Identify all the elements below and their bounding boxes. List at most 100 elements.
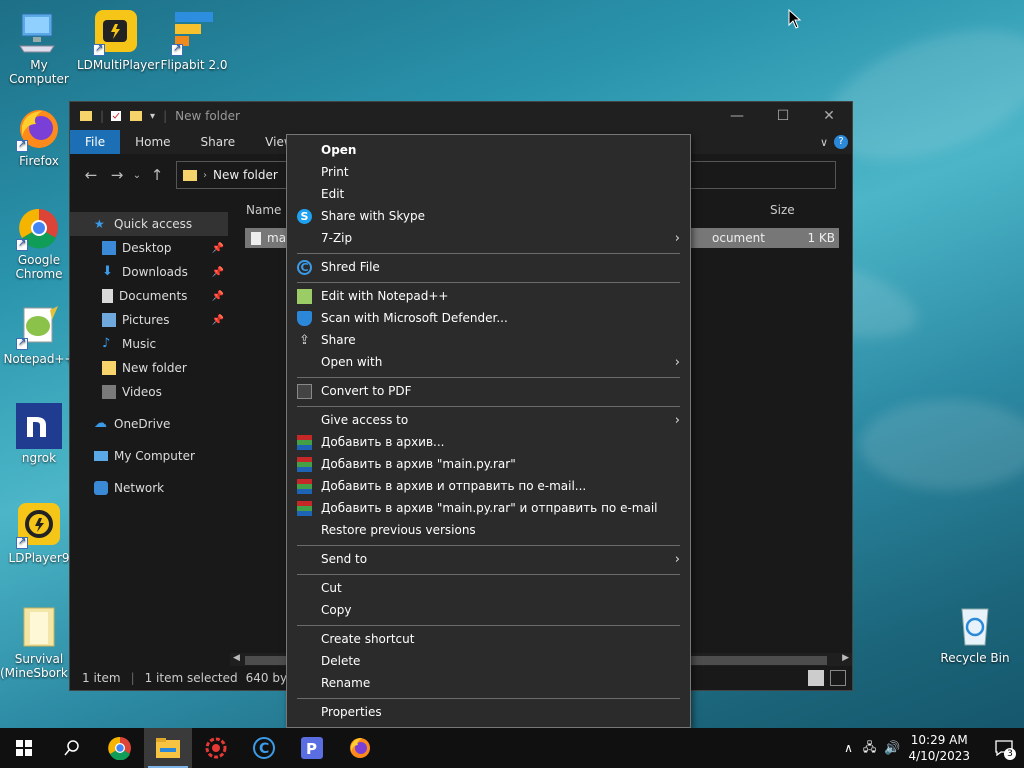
pin-icon[interactable]: 📌: [212, 291, 224, 302]
nav-item-my-computer[interactable]: My Computer: [70, 444, 228, 468]
nav-item-new-folder[interactable]: New folder: [70, 356, 228, 380]
taskbar-p-app[interactable]: P: [288, 728, 336, 768]
desktop-icon-my-computer[interactable]: My Computer: [0, 10, 78, 86]
nav-item-videos[interactable]: Videos: [70, 380, 228, 404]
menu-separator: [297, 377, 680, 378]
folder-icon: [102, 361, 116, 375]
menu-item-properties[interactable]: Properties: [287, 701, 690, 723]
menu-item-7zip[interactable]: 7-Zip ›: [287, 227, 690, 249]
menu-item-share-with-skype[interactable]: S Share with Skype: [287, 205, 690, 227]
search-button[interactable]: [48, 728, 96, 768]
menu-item-rename[interactable]: Rename: [287, 672, 690, 694]
nav-item-quick-access[interactable]: ★ Quick access: [70, 212, 228, 236]
desktop-icon-ngrok[interactable]: ngrok: [0, 403, 78, 465]
menu-item-send-to[interactable]: Send to ›: [287, 548, 690, 570]
network-status-icon[interactable]: 🖧: [863, 738, 876, 759]
menu-item-convert-pdf[interactable]: Convert to PDF: [287, 380, 690, 402]
tab-home[interactable]: Home: [120, 130, 185, 154]
context-menu[interactable]: Open Print Edit S Share with Skype 7-Zip…: [286, 134, 691, 728]
nav-item-music[interactable]: ♪ Music: [70, 332, 228, 356]
ribbon-expand-icon[interactable]: ∨: [820, 136, 828, 149]
desktop-icon-ldmultiplayer[interactable]: LDMultiPlayer: [77, 10, 160, 72]
windows-logo-icon: [16, 740, 32, 756]
desktop-icon-label: Recycle Bin: [940, 651, 1010, 665]
scroll-left-icon[interactable]: ◀: [233, 653, 240, 663]
divider: |: [163, 109, 168, 123]
cloud-icon: ☁: [94, 416, 107, 431]
breadcrumb[interactable]: New folder: [213, 168, 278, 182]
menu-item-restore-versions[interactable]: Restore previous versions: [287, 519, 690, 541]
menu-item-open-with[interactable]: Open with ›: [287, 351, 690, 373]
notification-center-button[interactable]: 3: [984, 728, 1024, 768]
p-app-icon: P: [301, 737, 323, 759]
desktop-icon-flipabit[interactable]: Flipabit 2.0: [155, 10, 233, 72]
menu-item-share[interactable]: ⇪ Share: [287, 329, 690, 351]
menu-item-shred-file[interactable]: C Shred File: [287, 256, 690, 278]
winrar-icon: [297, 478, 312, 494]
menu-item-give-access[interactable]: Give access to ›: [287, 409, 690, 431]
menu-item-edit-notepadpp[interactable]: Edit with Notepad++: [287, 285, 690, 307]
maximize-button[interactable]: ☐: [760, 102, 806, 130]
minimize-button[interactable]: —: [714, 102, 760, 130]
desktop-icon-google-chrome[interactable]: Google Chrome: [0, 205, 78, 281]
nav-item-downloads[interactable]: ⬇ Downloads 📌: [70, 260, 228, 284]
nav-item-documents[interactable]: Documents 📌: [70, 284, 228, 308]
menu-item-label: Share: [321, 333, 356, 347]
column-header-name[interactable]: Name: [246, 203, 281, 217]
nav-item-onedrive[interactable]: ☁ OneDrive: [70, 412, 228, 436]
menu-item-scan-defender[interactable]: Scan with Microsoft Defender...: [287, 307, 690, 329]
forward-button[interactable]: →: [104, 166, 130, 184]
tab-share[interactable]: Share: [186, 130, 251, 154]
desktop-icon-notepadpp[interactable]: Notepad++: [0, 304, 78, 366]
shortcut-arrow-icon: [16, 138, 28, 152]
taskbar-app-red[interactable]: [192, 728, 240, 768]
large-icons-view-icon[interactable]: [830, 670, 846, 686]
taskbar-file-explorer[interactable]: [144, 728, 192, 768]
desktop-icon-survival[interactable]: Survival (MineSbork...: [0, 604, 79, 680]
pin-icon[interactable]: 📌: [212, 267, 224, 278]
pin-icon[interactable]: 📌: [212, 243, 224, 254]
menu-item-winrar-add-named-email[interactable]: Добавить в архив "main.py.rar" и отправи…: [287, 497, 690, 519]
menu-item-copy[interactable]: Copy: [287, 599, 690, 621]
recent-locations-icon[interactable]: ⌄: [130, 170, 144, 181]
details-view-icon[interactable]: [808, 670, 824, 686]
nav-item-desktop[interactable]: Desktop 📌: [70, 236, 228, 260]
up-button[interactable]: ↑: [144, 166, 170, 184]
taskbar-firefox[interactable]: [336, 728, 384, 768]
menu-item-print[interactable]: Print: [287, 161, 690, 183]
skype-icon: S: [297, 208, 312, 224]
desktop-icon-ldplayer9[interactable]: LDPlayer9: [0, 503, 78, 565]
nav-item-network[interactable]: Network: [70, 476, 228, 500]
menu-item-winrar-add-named[interactable]: Добавить в архив "main.py.rar": [287, 453, 690, 475]
menu-item-edit[interactable]: Edit: [287, 183, 690, 205]
desktop-icon-firefox[interactable]: Firefox: [0, 106, 78, 168]
start-button[interactable]: [0, 728, 48, 768]
back-button[interactable]: ←: [78, 166, 104, 184]
tab-file[interactable]: File: [70, 130, 121, 154]
scroll-right-icon[interactable]: ▶: [842, 653, 849, 663]
menu-item-delete[interactable]: Delete: [287, 650, 690, 672]
taskbar-chrome[interactable]: [96, 728, 144, 768]
taskbar-ccleaner[interactable]: C: [240, 728, 288, 768]
nav-item-pictures[interactable]: Pictures 📌: [70, 308, 228, 332]
menu-item-open[interactable]: Open: [287, 139, 690, 161]
menu-item-winrar-add-email[interactable]: Добавить в архив и отправить по e-mail..…: [287, 475, 690, 497]
menu-item-cut[interactable]: Cut: [287, 577, 690, 599]
help-icon[interactable]: ?: [834, 135, 848, 149]
desktop-icon-recycle-bin[interactable]: Recycle Bin: [936, 603, 1014, 665]
volume-icon[interactable]: 🔊: [884, 741, 900, 756]
new-folder-icon[interactable]: [130, 110, 143, 122]
properties-icon[interactable]: [110, 110, 122, 122]
menu-separator: [297, 625, 680, 626]
close-button[interactable]: ✕: [806, 102, 852, 130]
column-header-size[interactable]: Size: [770, 203, 795, 217]
menu-item-label: Добавить в архив и отправить по e-mail..…: [321, 479, 587, 493]
menu-item-create-shortcut[interactable]: Create shortcut: [287, 628, 690, 650]
clock[interactable]: 10:29 AM 4/10/2023: [908, 732, 970, 764]
pin-icon[interactable]: 📌: [212, 315, 224, 326]
menu-item-winrar-add[interactable]: Добавить в архив...: [287, 431, 690, 453]
menu-item-label: Edit with Notepad++: [321, 289, 449, 303]
show-hidden-icons-chevron-icon[interactable]: ∧: [844, 741, 853, 755]
title-bar[interactable]: | ▾ | New folder — ☐ ✕: [70, 102, 852, 130]
qat-dropdown-icon[interactable]: ▾: [150, 111, 155, 122]
